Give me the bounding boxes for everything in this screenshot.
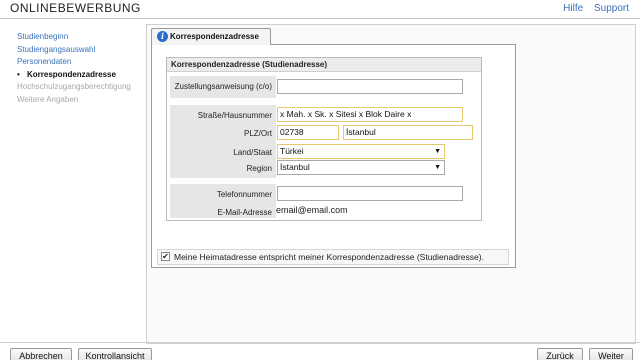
sidebar-item-studiengangsauswahl[interactable]: Studiengangsauswahl [17,44,147,57]
zustellung-input[interactable] [277,79,463,94]
back-button[interactable]: Zurück [537,348,583,360]
sidebar-item-studienbeginn[interactable]: Studienbeginn [17,31,147,44]
land-label: Land/Staat [233,148,272,157]
land-select[interactable]: Türkei ▼ [277,144,445,159]
help-link[interactable]: Hilfe [563,3,583,14]
info-icon: i [157,31,168,43]
plz-ort-label: PLZ/Ort [243,129,272,138]
strasse-label: Straße/Hausnummer [197,111,272,120]
region-value: İstanbul [280,162,310,172]
email-value: email@email.com [276,205,348,215]
chevron-down-icon: ▼ [434,164,441,171]
land-value: Türkei [280,146,304,156]
sidebar-item-personendaten[interactable]: Personendaten [17,56,147,69]
fieldset-title: Korrespondenzadresse (Studienadresse) [167,58,481,72]
current-bullet: • [17,69,20,79]
cancel-button[interactable]: Abbrechen [10,348,72,360]
region-label: Region [246,164,272,173]
sidebar-item-korrespondenzadresse: • Korrespondenzadresse [17,69,147,82]
heimatadresse-label: Meine Heimatadresse entspricht meiner Ko… [174,252,484,262]
tab-label: Korrespondenzadresse [170,32,259,41]
email-label: E-Mail-Adresse [217,208,272,217]
plz-input[interactable]: 02738 [277,125,339,140]
footer-divider [0,342,640,343]
strasse-input[interactable]: x Mah. x Sk. x Sitesi x Blok Daire x [277,107,463,122]
app-title: ONLINEBEWERBUNG [10,1,141,15]
sidebar-item-label: Korrespondenzadresse [27,69,116,79]
sidebar-item-weitere-angaben: Weitere Angaben [17,94,79,104]
heimatadresse-checkbox[interactable]: ✔ [161,252,170,262]
support-link[interactable]: Support [594,3,629,14]
telefon-input[interactable] [277,186,463,201]
region-select[interactable]: İstanbul ▼ [277,160,445,175]
next-button[interactable]: Weiter [589,348,633,360]
zustellung-label: Zustellungsanweisung (c/o) [174,82,272,91]
sidebar-item-hochschulzugangsberechtigung: Hochschulzugangsberechtigung [17,82,131,91]
heimatadresse-option[interactable]: ✔ Meine Heimatadresse entspricht meiner K… [157,249,509,265]
review-button[interactable]: Kontrollansicht [78,348,152,360]
sidebar-nav: Studienbeginn Studiengangsauswahl Person… [17,31,147,106]
tab-korrespondenzadresse[interactable]: i Korrespondenzadresse [151,28,271,45]
header-links: Hilfe Support [555,3,629,14]
header-divider [0,18,640,19]
telefon-label: Telefonnummer [216,190,272,199]
chevron-down-icon: ▼ [434,148,441,155]
ort-input[interactable]: İstanbul [343,125,473,140]
